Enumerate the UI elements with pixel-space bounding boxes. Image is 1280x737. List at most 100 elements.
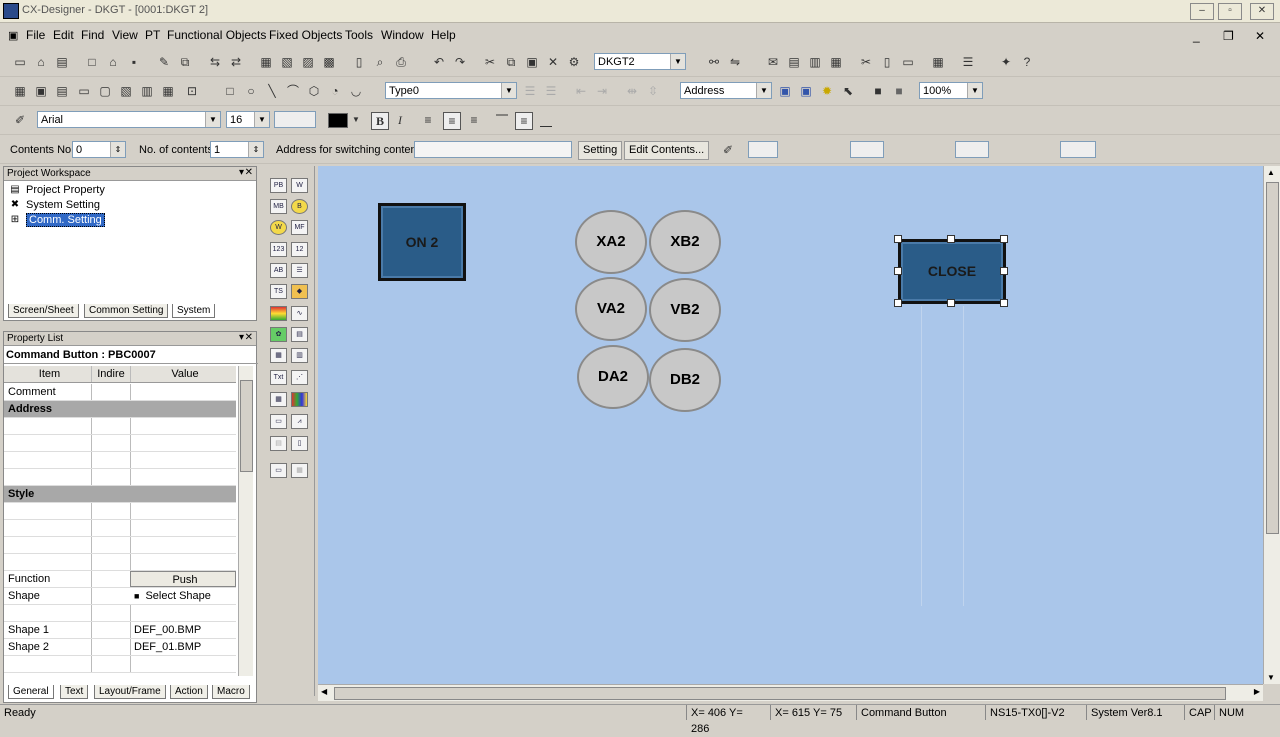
delete-icon[interactable]: ✕ <box>545 54 561 70</box>
selection-handle[interactable] <box>894 267 902 275</box>
scale-spinner[interactable] <box>274 111 316 128</box>
zoom-combo[interactable]: 100% ▼ <box>919 82 983 99</box>
property-row-shape1[interactable]: Shape 1 DEF_00.BMP <box>4 622 236 639</box>
tools-icon[interactable]: ✂ <box>858 54 874 70</box>
close-icon[interactable]: ✕ <box>245 167 253 178</box>
scrollbar-thumb[interactable] <box>1266 182 1279 534</box>
rectangle-icon[interactable]: □ <box>222 83 238 99</box>
sector-icon[interactable]: ◔ <box>327 83 343 99</box>
maximize-button[interactable]: ▫ <box>1218 3 1242 20</box>
replace-icon[interactable]: ⇋ <box>727 54 743 70</box>
distribute-h-icon[interactable]: ⇹ <box>624 83 640 99</box>
polygon-icon[interactable]: ⬡ <box>306 83 322 99</box>
palette-string-icon[interactable]: AB <box>270 263 287 278</box>
lamp-da2[interactable]: DA2 <box>577 345 649 409</box>
page-icon[interactable]: ▯ <box>351 54 367 70</box>
copy-icon[interactable]: ⧉ <box>503 54 519 70</box>
tab-general[interactable]: General <box>8 685 54 699</box>
palette-numeral-input-icon[interactable]: 12 <box>291 242 308 257</box>
memory-icon[interactable]: ▦ <box>828 54 844 70</box>
table-icon[interactable]: ▤ <box>54 83 70 99</box>
polyline-icon[interactable]: ⌒ <box>285 83 301 99</box>
menu-edit[interactable]: Edit <box>53 28 74 42</box>
transfer-from-icon[interactable]: ⇄ <box>228 54 244 70</box>
palette-numeral-display-icon[interactable]: 123 <box>270 242 287 257</box>
check-icon[interactable]: ▨ <box>300 54 316 70</box>
tab-common-setting[interactable]: Common Setting <box>84 304 169 318</box>
canvas-vertical-scrollbar[interactable]: ▲ ▼ <box>1263 166 1280 684</box>
tab-system[interactable]: System <box>172 304 216 318</box>
menu-window[interactable]: Window <box>381 28 424 42</box>
paste-icon[interactable]: ▣ <box>524 54 540 70</box>
save-icon[interactable]: ▪ <box>126 54 142 70</box>
puzzle-icon[interactable]: ✦ <box>998 54 1014 70</box>
print-icon[interactable]: ⎙ <box>393 54 409 70</box>
tree-item-system-setting[interactable]: ✖ System Setting <box>8 198 100 212</box>
tab-macro[interactable]: Macro <box>212 685 250 699</box>
help-icon[interactable]: ? <box>1019 54 1035 70</box>
lamp-db2[interactable]: DB2 <box>649 348 721 412</box>
redo-icon[interactable]: ↷ <box>452 54 468 70</box>
edit-contents-button[interactable]: Edit Contents... <box>624 141 710 160</box>
distribute-v-icon[interactable]: ⇳ <box>645 83 661 99</box>
list-icon[interactable]: ☰ <box>960 54 976 70</box>
menu-help[interactable]: Help <box>431 28 456 42</box>
palette-graph-icon[interactable]: ⩘ <box>291 414 308 429</box>
brush-icon[interactable]: ✐ <box>12 112 28 128</box>
menu-fixed-objects[interactable]: Fixed Objects <box>269 28 342 42</box>
pin-icon[interactable]: ▾ <box>239 167 244 178</box>
setting-button[interactable]: Setting <box>578 141 623 160</box>
mail-icon[interactable]: ✉ <box>765 54 781 70</box>
property-row[interactable] <box>4 656 236 673</box>
palette-video-icon[interactable]: ▭ <box>270 414 287 429</box>
database-icon[interactable]: ▥ <box>807 54 823 70</box>
circle-icon[interactable]: ○ <box>243 83 259 99</box>
palette-bit-lamp-icon[interactable]: B <box>291 199 308 214</box>
property-row-shape2[interactable]: Shape 2 DEF_01.BMP <box>4 639 236 656</box>
palette-bar-graph-icon[interactable] <box>291 392 308 407</box>
option-combo-3[interactable] <box>955 141 989 158</box>
save-all-icon[interactable]: ▤ <box>54 54 70 70</box>
valign-bottom-icon[interactable]: ⎽ <box>538 112 554 128</box>
menu-find[interactable]: Find <box>81 28 104 42</box>
property-row[interactable] <box>4 605 236 622</box>
address-combo[interactable]: Address ▼ <box>680 82 772 99</box>
scroll-right-icon[interactable]: ▶ <box>1254 687 1260 696</box>
no-of-contents-spinner[interactable]: 1 ⇕ <box>210 141 264 158</box>
mdi-close-button[interactable]: ✕ <box>1255 29 1265 43</box>
palette-alarm-icon[interactable]: ✿ <box>270 327 287 342</box>
lamp-xa2[interactable]: XA2 <box>575 210 647 274</box>
align-top-icon[interactable]: ⇤ <box>573 83 589 99</box>
italic-icon[interactable]: I <box>392 112 408 128</box>
palette-document-icon[interactable]: ▯ <box>291 436 308 451</box>
close-icon[interactable]: ✕ <box>245 332 253 343</box>
palette-pb-icon[interactable]: PB <box>270 178 287 193</box>
palette-grid-icon[interactable]: ▦ <box>291 463 308 478</box>
selection-handle[interactable] <box>947 235 955 243</box>
fill-black-icon[interactable]: ■ <box>870 83 886 99</box>
valign-top-icon[interactable]: ⎺ <box>494 112 510 128</box>
scroll-down-icon[interactable]: ▼ <box>1267 673 1275 682</box>
menu-file[interactable]: File <box>26 28 45 42</box>
frame-icon[interactable]: ▭ <box>76 83 92 99</box>
selection-handle[interactable] <box>947 299 955 307</box>
palette-animation-icon[interactable]: ▦ <box>270 348 287 363</box>
align-text-center-icon[interactable]: ≡ <box>443 112 461 130</box>
pin-icon[interactable]: ▾ <box>239 332 244 343</box>
align-bottom-icon[interactable]: ⇥ <box>594 83 610 99</box>
property-row[interactable] <box>4 418 236 435</box>
font-combo[interactable]: Arial ▼ <box>37 111 221 128</box>
option-combo-2[interactable] <box>850 141 884 158</box>
print-preview-icon[interactable]: ⌕ <box>372 54 388 70</box>
screen-list-icon[interactable]: ▤ <box>786 54 802 70</box>
chevron-down-icon[interactable]: ▼ <box>348 112 364 128</box>
binoculars-icon[interactable]: ⚯ <box>706 54 722 70</box>
screen-canvas[interactable]: ON 2 XA2 XB2 VA2 VB2 DA2 DB2 CLOSE <box>318 166 1263 684</box>
arc-icon[interactable]: ◡ <box>348 83 364 99</box>
selection-handle[interactable] <box>1000 267 1008 275</box>
palette-thumbwheel-icon[interactable]: TS <box>270 284 287 299</box>
snap-icon[interactable]: ⊡ <box>184 83 200 99</box>
id-display-icon[interactable]: ▣ <box>798 83 814 99</box>
copy-screen-icon[interactable]: ⧉ <box>177 54 193 70</box>
shape-value-cell[interactable]: ■ Select Shape <box>130 588 236 604</box>
